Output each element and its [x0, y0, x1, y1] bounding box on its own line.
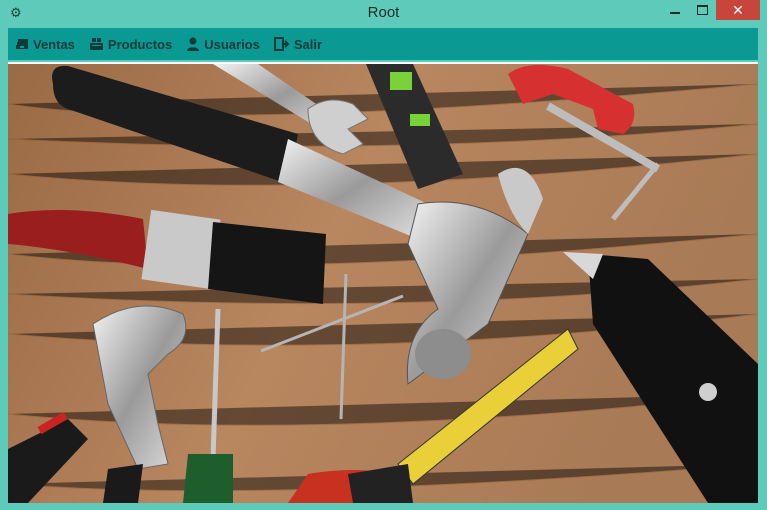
close-button[interactable]: ✕ [716, 0, 760, 20]
menu-item-usuarios[interactable]: Usuarios [179, 28, 267, 60]
minimize-icon [670, 12, 680, 14]
menu-item-label: Ventas [33, 36, 75, 52]
tools-photo [8, 64, 758, 503]
menu-item-label: Salir [293, 36, 323, 52]
close-icon: ✕ [732, 2, 744, 18]
content-area [8, 62, 758, 503]
menu-item-ventas[interactable]: Ventas [8, 28, 82, 60]
maximize-button[interactable] [688, 0, 716, 20]
minimize-button[interactable] [662, 0, 688, 20]
money-stack-icon [16, 39, 28, 49]
menu-item-productos[interactable]: Productos [82, 28, 179, 60]
menu-bar: Ventas Productos Usuarios Salir [8, 28, 758, 60]
window-title: Root [367, 4, 400, 21]
title-bar[interactable]: ⚙ Root ✕ [0, 0, 767, 26]
user-icon [187, 37, 200, 51]
menu-item-salir[interactable]: Salir [267, 28, 329, 60]
menu-item-label: Usuarios [204, 36, 260, 52]
menu-item-label: Productos [107, 36, 173, 52]
exit-icon [273, 37, 290, 51]
app-window: ⚙ Root ✕ Ventas Productos Usuarios Salir [0, 0, 767, 510]
boxes-icon [89, 37, 103, 50]
maximize-icon [696, 5, 708, 15]
